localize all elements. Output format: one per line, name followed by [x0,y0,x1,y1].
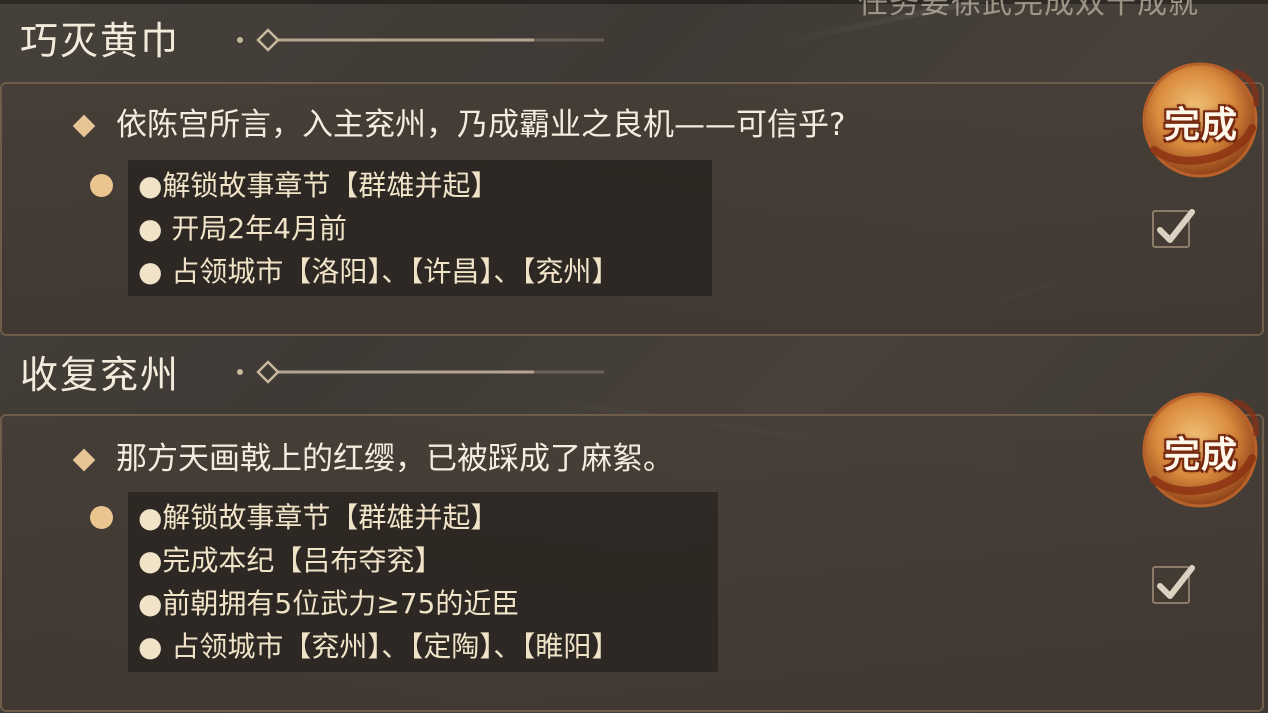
title-divider-ornament [237,28,604,52]
title-divider-ornament [237,360,604,384]
quest-description: 依陈宫所言，入主兖州，乃成霸业之良机——可信乎? [116,107,846,143]
requirement-item: ●完成本纪【吕布夺兖】 [138,544,443,577]
diamond-bullet-icon [72,448,96,471]
requirements-box: ●解锁故事章节【群雄并起】 ●完成本纪【吕布夺兖】 ●前朝拥有5位武力≥75的近… [128,492,718,672]
requirement-item: ● 占领城市【兖州】、【定陶】、【睢阳】 [138,630,620,663]
quest-description-row: 依陈宫所言，入主兖州，乃成霸业之良机——可信乎? [72,110,845,141]
stamp-label: 完成 [1163,104,1238,146]
section-title: 巧灭黄巾 [20,19,181,63]
completion-checkbox[interactable] [1152,209,1195,248]
checkmark-icon [1157,565,1195,599]
checkmark-icon [1157,209,1195,243]
requirements-box: ●解锁故事章节【群雄并起】 ● 开局2年4月前 ● 占领城市【洛阳】、【许昌】、… [128,160,712,296]
complete-stamp-icon: 完成 [1140,58,1262,180]
section-title: 收复兖州 [20,353,181,397]
requirement-item: ●解锁故事章节【群雄并起】 [138,501,499,534]
requirement-item: ● 占领城市【洛阳】、【许昌】、【兖州】 [138,255,620,288]
requirement-item: ●前朝拥有5位武力≥75的近臣 [138,587,520,620]
quest-description: 那方天画戟上的红缨，已被踩成了麻絮。 [116,441,674,477]
completion-checkbox[interactable] [1152,565,1195,604]
requirement-item: ●解锁故事章节【群雄并起】 [138,169,499,202]
complete-stamp-icon: 完成 [1140,388,1262,510]
quest-description-row: 那方天画戟上的红缨，已被踩成了麻絮。 [72,444,674,475]
requirement-item: ● 开局2年4月前 [138,212,347,245]
orb-bullet-icon [90,506,113,529]
diamond-bullet-icon [72,114,96,137]
clipped-header-text: 任务要徐武完成双十成就 [858,0,1199,21]
orb-bullet-icon [90,174,113,197]
stamp-label: 完成 [1163,434,1238,476]
